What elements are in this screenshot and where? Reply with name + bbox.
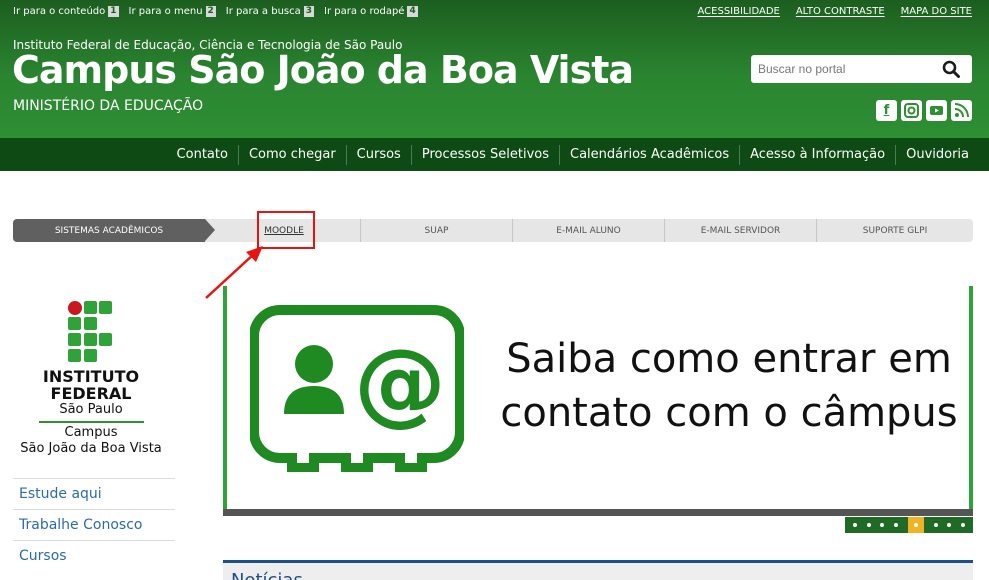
banner-bottom-bar — [223, 509, 973, 516]
email-aluno-link[interactable]: E-MAIL ALUNO — [512, 219, 664, 242]
search-box — [751, 55, 972, 83]
sidebar-item-estude-aqui[interactable]: Estude aqui — [13, 478, 175, 509]
instagram-icon[interactable] — [901, 100, 922, 121]
skip-link-label: Ir para a busca — [225, 6, 301, 17]
logo-title: INSTITUTO FEDERAL — [13, 368, 169, 402]
instagram-glyph — [904, 103, 919, 118]
rss-icon[interactable] — [951, 100, 972, 121]
logo-line-1: INSTITUTO — [42, 367, 140, 386]
search-icon — [942, 60, 960, 78]
rss-glyph — [954, 103, 969, 118]
slider-dot[interactable] — [880, 523, 885, 527]
academic-systems-bar: SISTEMAS ACADÊMICOS MOODLE SUAP E-MAIL A… — [13, 219, 973, 242]
logo-line-2: FEDERAL — [50, 384, 132, 403]
skip-to-footer-link[interactable]: Ir para o rodapé 4 — [324, 6, 418, 17]
page-title[interactable]: Campus São João da Boa Vista — [12, 48, 634, 92]
nav-item-ouvidoria[interactable]: Ouvidoria — [895, 144, 979, 165]
skip-link-label: Ir para o rodapé — [324, 6, 405, 17]
skip-link-key: 3 — [303, 6, 315, 17]
nav-item-cursos[interactable]: Cursos — [345, 144, 411, 165]
nav-item-contato[interactable]: Contato — [167, 145, 238, 165]
ministry-name: MINISTÉRIO DA EDUCAÇÃO — [13, 98, 204, 114]
high-contrast-link[interactable]: ALTO CONTRASTE — [796, 6, 885, 17]
nav-item-processos-seletivos[interactable]: Processos Seletivos — [410, 144, 559, 165]
suap-link[interactable]: SUAP — [360, 219, 512, 242]
news-section: Notícias — [223, 560, 973, 580]
skip-links: Ir para o conteúdo 1 Ir para o menu 2 Ir… — [13, 6, 418, 17]
sitemap-link[interactable]: MAPA DO SITE — [901, 6, 972, 17]
if-logo-grid — [68, 301, 112, 362]
banner-slide[interactable]: @ Saiba como entrar em contato com o câm… — [223, 286, 973, 516]
slider-pagination — [845, 517, 973, 533]
youtube-glyph — [930, 106, 943, 115]
logo-divider — [39, 421, 144, 423]
suporte-glpi-link[interactable]: SUPORTE GLPI — [816, 219, 973, 242]
sidebar-item-cursos[interactable]: Cursos — [13, 540, 175, 571]
skip-to-menu-link[interactable]: Ir para o menu 2 — [129, 6, 216, 17]
contact-card-icon: @ — [250, 305, 464, 472]
social-links: f — [876, 100, 972, 121]
search-input[interactable] — [751, 56, 936, 82]
banner-line-1: Saiba como entrar em — [506, 336, 952, 382]
main-navigation: Contato Como chegar Cursos Processos Sel… — [0, 138, 989, 171]
sidebar-menu: Estude aqui Trabalhe Conosco Cursos — [13, 478, 175, 571]
skip-link-label: Ir para o menu — [128, 6, 203, 17]
facebook-glyph: f — [883, 103, 890, 118]
logo-campus: Campus São João da Boa Vista — [13, 425, 169, 457]
skip-to-content-link[interactable]: Ir para o conteúdo 1 — [13, 6, 119, 17]
logo-line-5: São João da Boa Vista — [20, 441, 162, 456]
email-servidor-link[interactable]: E-MAIL SERVIDOR — [664, 219, 816, 242]
skip-to-search-link[interactable]: Ir para a busca 3 — [225, 6, 315, 17]
youtube-icon[interactable] — [926, 100, 947, 121]
nav-item-calendarios[interactable]: Calendários Acadêmicos — [559, 144, 739, 165]
accessibility-link[interactable]: ACESSIBILIDADE — [698, 6, 780, 17]
svg-text:@: @ — [354, 329, 446, 436]
logo-line-4: Campus — [64, 425, 118, 440]
skip-link-key: 2 — [205, 6, 216, 17]
slider-dot[interactable] — [852, 523, 857, 527]
slider-dot[interactable] — [947, 523, 952, 527]
slider-dot[interactable] — [894, 523, 899, 527]
accessibility-links: ACESSIBILIDADE ALTO CONTRASTE MAPA DO SI… — [698, 6, 972, 17]
site-header: Ir para o conteúdo 1 Ir para o menu 2 Ir… — [0, 0, 989, 138]
skip-link-key: 4 — [407, 6, 418, 17]
slider-dot[interactable] — [933, 523, 938, 527]
logo-line-3: São Paulo — [59, 402, 123, 417]
sidebar-item-trabalhe-conosco[interactable]: Trabalhe Conosco — [13, 509, 175, 540]
banner-line-2: contato com o câmpus — [500, 390, 958, 436]
skip-link-key: 1 — [108, 6, 119, 17]
banner-headline: Saiba como entrar em contato com o câmpu… — [489, 332, 969, 440]
nav-item-acesso-informacao[interactable]: Acesso à Informação — [739, 144, 895, 165]
slider-dot[interactable] — [866, 523, 871, 527]
slider-dot[interactable] — [961, 523, 966, 527]
skip-link-label: Ir para o conteúdo — [13, 6, 106, 17]
academic-systems-label: SISTEMAS ACADÊMICOS — [13, 219, 205, 242]
slider-dot-active[interactable] — [907, 517, 924, 533]
nav-item-como-chegar[interactable]: Como chegar — [237, 144, 346, 165]
news-heading: Notícias — [231, 570, 303, 580]
search-button[interactable] — [936, 55, 966, 83]
facebook-icon[interactable]: f — [876, 100, 897, 121]
